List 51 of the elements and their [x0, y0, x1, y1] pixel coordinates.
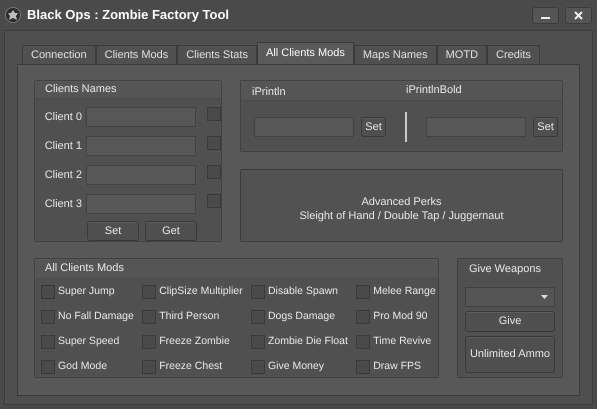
checkbox-label: Disable Spawn — [268, 284, 338, 299]
button[interactable]: Get — [145, 221, 197, 241]
client-label: Client 2 — [44, 168, 82, 183]
checkbox-label: Freeze Zombie — [159, 334, 230, 349]
checkbox-label: ClipSize Multiplier — [159, 284, 243, 299]
group-title: Clients Names — [45, 82, 117, 98]
button[interactable]: Set — [87, 221, 139, 241]
checkbox-label: Super Speed — [58, 334, 120, 349]
checkbox-label: Pro Mod 90 — [373, 308, 428, 324]
tab[interactable]: Connection — [22, 45, 96, 64]
checkbox-label: No Fall Damage — [58, 308, 134, 324]
tab[interactable]: Clients Mods — [96, 45, 178, 64]
checkbox-label: Draw FPS — [373, 358, 422, 374]
group-title: Give Weapons — [469, 262, 541, 277]
button[interactable]: Set — [361, 117, 386, 137]
button[interactable]: Give — [465, 311, 555, 332]
checkbox-label: God Mode — [58, 358, 108, 374]
caret-icon — [541, 295, 548, 299]
tab[interactable]: Clients Stats — [177, 45, 257, 64]
client-label: Client 0 — [44, 110, 82, 125]
tab[interactable]: All Clients Mods — [256, 42, 354, 64]
client-label: Client 1 — [44, 138, 82, 154]
logo-icon — [5, 7, 21, 23]
close-icon — [574, 10, 583, 20]
checkbox[interactable] — [207, 136, 221, 150]
button[interactable]: Set — [533, 117, 558, 137]
tab[interactable]: MOTD — [436, 45, 488, 64]
button[interactable]: Unlimited Ammo — [465, 336, 555, 373]
client-label: Client 3 — [44, 196, 82, 212]
checkbox-label: Give Money — [268, 358, 324, 374]
minimize-button[interactable] — [532, 6, 559, 24]
checkbox-label: Third Person — [159, 308, 220, 324]
checkbox-label: Zombie Die Float — [268, 334, 348, 349]
checkbox-label: Melee Range — [373, 284, 436, 299]
weapon-dropdown[interactable] — [465, 287, 555, 307]
tab[interactable]: Credits — [487, 45, 540, 64]
checkbox-label: Super Jump — [58, 284, 115, 299]
advanced-perks-button[interactable]: Advanced Perks Sleight of Hand / Double Tap / Juggernaut — [240, 169, 563, 242]
group-title: iPrintlnBold — [406, 83, 462, 98]
group-title: iPrintln — [252, 86, 286, 98]
group-title: All Clients Mods — [45, 261, 124, 276]
checkbox-label: Freeze Chest — [159, 358, 222, 374]
minimize-icon — [541, 17, 550, 19]
checkbox[interactable] — [207, 107, 221, 121]
checkbox[interactable] — [207, 165, 221, 179]
checkbox-label: Time Revive — [373, 334, 432, 349]
checkbox-label: Dogs Damage — [268, 308, 336, 324]
close-button[interactable] — [565, 6, 592, 24]
tab[interactable]: Maps Names — [354, 45, 437, 64]
checkbox[interactable] — [207, 194, 221, 208]
window-title: Black Ops : Zombie Factory Tool — [27, 6, 230, 24]
